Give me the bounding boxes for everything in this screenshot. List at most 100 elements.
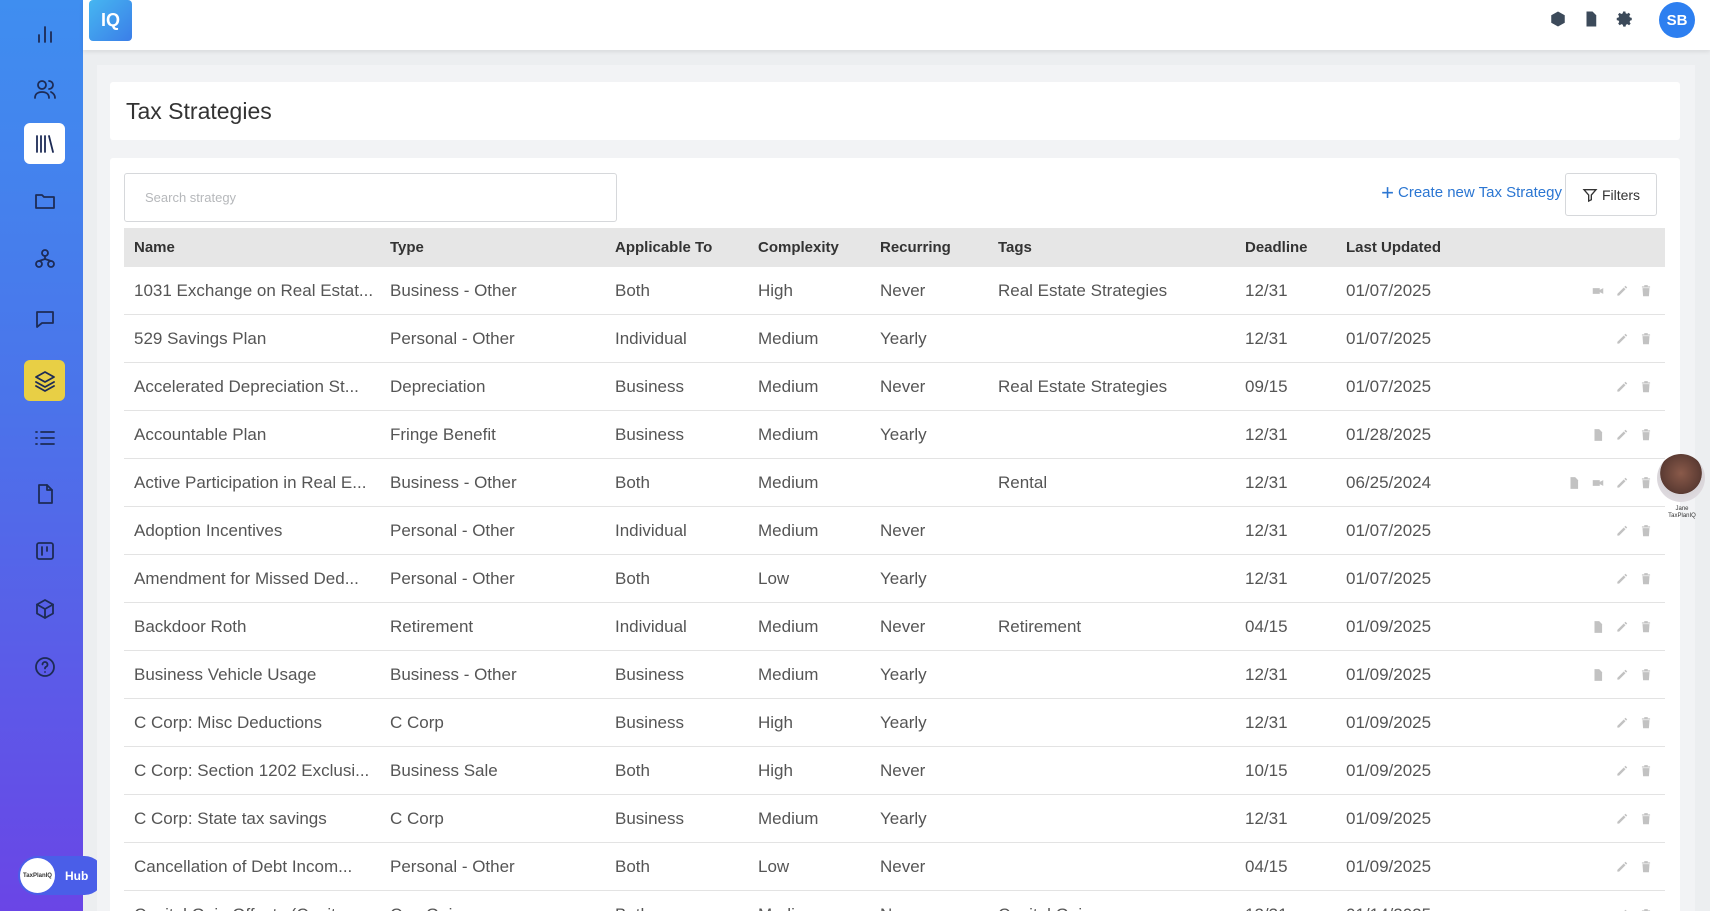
- cell-name[interactable]: Business Vehicle Usage: [134, 665, 374, 685]
- edit-icon[interactable]: [1613, 714, 1631, 732]
- table-row[interactable]: Cancellation of Debt Incom... Personal - …: [124, 843, 1665, 891]
- edit-icon[interactable]: [1613, 810, 1631, 828]
- edit-icon[interactable]: [1613, 474, 1631, 492]
- header-applicable[interactable]: Applicable To: [615, 239, 745, 256]
- edit-icon[interactable]: [1613, 570, 1631, 588]
- cell-applicable: Individual: [615, 328, 687, 348]
- page-title: Tax Strategies: [126, 98, 272, 124]
- create-strategy-button[interactable]: + Create new Tax Strategy: [1381, 181, 1562, 203]
- edit-icon[interactable]: [1613, 666, 1631, 684]
- header-recurring[interactable]: Recurring: [880, 239, 990, 256]
- cell-name[interactable]: Accelerated Depreciation St...: [134, 377, 374, 397]
- trash-icon[interactable]: [1637, 330, 1655, 348]
- trash-icon[interactable]: [1637, 666, 1655, 684]
- cell-recurring: Never: [880, 280, 926, 300]
- cell-name[interactable]: C Corp: State tax savings: [134, 809, 374, 829]
- video-icon[interactable]: [1589, 474, 1607, 492]
- cell-name[interactable]: C Corp: Misc Deductions: [134, 713, 374, 733]
- table-row[interactable]: Capital Gain Offsets (Capit... Cap Gains B…: [124, 891, 1665, 911]
- table-row[interactable]: Amendment for Missed Ded... Personal - Ot…: [124, 555, 1665, 603]
- document-icon[interactable]: [1565, 474, 1583, 492]
- cell-name[interactable]: C Corp: Section 1202 Exclusi...: [134, 761, 374, 781]
- table-row[interactable]: Active Participation in Real E... Busines…: [124, 459, 1665, 507]
- trash-icon[interactable]: [1637, 714, 1655, 732]
- edit-icon[interactable]: [1613, 618, 1631, 636]
- sidebar-item-boards[interactable]: [24, 530, 65, 571]
- edit-icon[interactable]: [1613, 522, 1631, 540]
- trash-icon[interactable]: [1637, 810, 1655, 828]
- cell-name[interactable]: Amendment for Missed Ded...: [134, 569, 374, 589]
- cell-type: C Corp: [390, 712, 444, 732]
- edit-icon[interactable]: [1613, 282, 1631, 300]
- table-row[interactable]: 529 Savings Plan Personal - Other Individu…: [124, 315, 1665, 363]
- gear-icon[interactable]: [1615, 9, 1635, 29]
- sidebar-item-library[interactable]: [24, 123, 65, 164]
- trash-icon[interactable]: [1637, 426, 1655, 444]
- header-tags[interactable]: Tags: [998, 239, 1238, 256]
- app-logo[interactable]: IQ: [89, 0, 132, 41]
- video-icon[interactable]: [1589, 282, 1607, 300]
- sidebar-item-integrations[interactable]: [24, 588, 65, 629]
- table-row[interactable]: C Corp: Misc Deductions C Corp Business Hig…: [124, 699, 1665, 747]
- table-row[interactable]: 1031 Exchange on Real Estat... Business -…: [124, 267, 1665, 315]
- sidebar-item-documents[interactable]: [24, 473, 65, 514]
- sidebar-item-dashboard[interactable]: [24, 13, 65, 54]
- sidebar-item-lists[interactable]: [24, 417, 65, 458]
- table-row[interactable]: Accountable Plan Fringe Benefit Business Me…: [124, 411, 1665, 459]
- sidebar-item-messages[interactable]: [24, 298, 65, 339]
- sidebar-item-clients[interactable]: [24, 68, 65, 109]
- hub-button[interactable]: TaxPlanIQ Hub: [18, 856, 104, 895]
- header-type[interactable]: Type: [390, 239, 600, 256]
- edit-icon[interactable]: [1613, 906, 1631, 911]
- document-icon[interactable]: [1589, 666, 1607, 684]
- document-icon[interactable]: [1589, 426, 1607, 444]
- cell-name[interactable]: Active Participation in Real E...: [134, 473, 374, 493]
- table-row[interactable]: C Corp: Section 1202 Exclusi... Business …: [124, 747, 1665, 795]
- trash-icon[interactable]: [1637, 522, 1655, 540]
- edit-icon[interactable]: [1613, 858, 1631, 876]
- header-complexity[interactable]: Complexity: [758, 239, 878, 256]
- cell-name[interactable]: Adoption Incentives: [134, 521, 374, 541]
- filters-button[interactable]: Filters: [1565, 173, 1657, 216]
- table-row[interactable]: Business Vehicle Usage Business - Other Bu…: [124, 651, 1665, 699]
- sidebar-item-team[interactable]: [24, 238, 65, 279]
- sidebar-item-help[interactable]: [24, 646, 65, 687]
- cell-complexity: Medium: [758, 376, 819, 396]
- document-icon[interactable]: [1589, 618, 1607, 636]
- cell-name[interactable]: Cancellation of Debt Incom...: [134, 857, 374, 877]
- file-icon[interactable]: [1581, 9, 1601, 29]
- trash-icon[interactable]: [1637, 570, 1655, 588]
- cell-name[interactable]: 529 Savings Plan: [134, 329, 374, 349]
- edit-icon[interactable]: [1613, 426, 1631, 444]
- box-icon[interactable]: [1548, 9, 1568, 29]
- sidebar-item-strategies[interactable]: [24, 360, 65, 401]
- table-row[interactable]: Accelerated Depreciation St... Depreciati…: [124, 363, 1665, 411]
- header-deadline[interactable]: Deadline: [1245, 239, 1325, 256]
- edit-icon[interactable]: [1613, 762, 1631, 780]
- header-name[interactable]: Name: [134, 239, 374, 256]
- user-avatar[interactable]: SB: [1659, 2, 1695, 38]
- cell-name[interactable]: 1031 Exchange on Real Estat...: [134, 281, 374, 301]
- assistant-name: Jane: [1675, 506, 1689, 512]
- table-row[interactable]: C Corp: State tax savings C Corp Business M…: [124, 795, 1665, 843]
- sidebar-item-files[interactable]: [24, 180, 65, 221]
- edit-icon[interactable]: [1613, 330, 1631, 348]
- assistant-avatar[interactable]: [1657, 454, 1705, 502]
- trash-icon[interactable]: [1637, 378, 1655, 396]
- cell-applicable: Individual: [615, 520, 687, 540]
- trash-icon[interactable]: [1637, 906, 1655, 911]
- cell-name[interactable]: Capital Gain Offsets (Capit...: [134, 905, 374, 911]
- cell-name[interactable]: Backdoor Roth: [134, 617, 374, 637]
- search-input[interactable]: [124, 173, 617, 222]
- cell-complexity: High: [758, 712, 793, 732]
- table-row[interactable]: Backdoor Roth Retirement Individual Medium N…: [124, 603, 1665, 651]
- trash-icon[interactable]: [1637, 858, 1655, 876]
- cell-name[interactable]: Accountable Plan: [134, 425, 374, 445]
- trash-icon[interactable]: [1637, 762, 1655, 780]
- trash-icon[interactable]: [1637, 282, 1655, 300]
- trash-icon[interactable]: [1637, 618, 1655, 636]
- trash-icon[interactable]: [1637, 474, 1655, 492]
- edit-icon[interactable]: [1613, 378, 1631, 396]
- table-row[interactable]: Adoption Incentives Personal - Other Indiv…: [124, 507, 1665, 555]
- header-last-updated[interactable]: Last Updated: [1346, 239, 1486, 256]
